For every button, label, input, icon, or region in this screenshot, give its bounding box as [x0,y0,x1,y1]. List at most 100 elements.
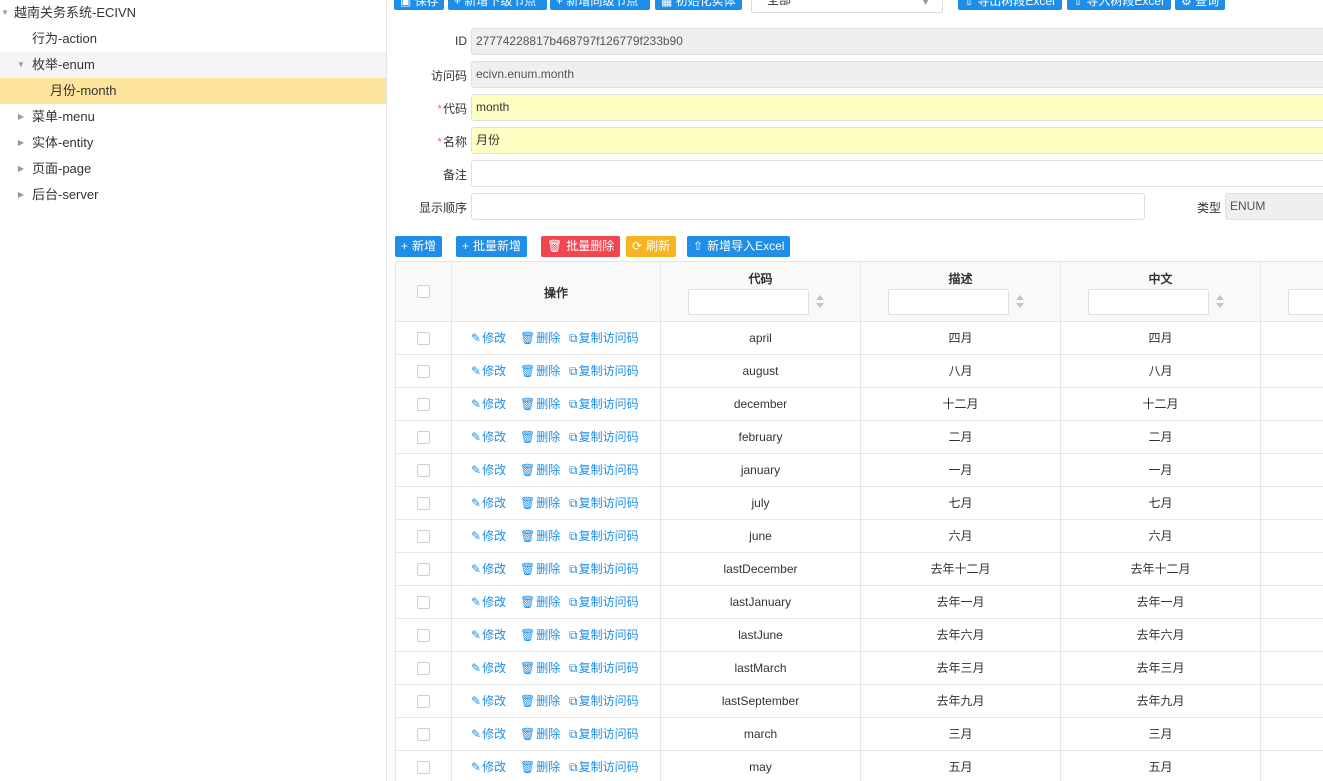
tree-item-page[interactable]: ▶ 页面-page [0,156,386,182]
copy-access-code-link[interactable]: ⧉复制访问码 [569,462,639,478]
caret-right-icon[interactable]: ▶ [16,156,26,182]
select-all-checkbox[interactable] [417,285,430,298]
edit-link[interactable]: ✎修改 [471,495,506,511]
extra-filter-input[interactable] [1288,289,1323,315]
edit-link[interactable]: ✎修改 [471,462,506,478]
display-order-field[interactable] [471,193,1145,220]
delete-link[interactable]: 🗑删除 [520,462,560,478]
row-checkbox[interactable] [417,431,430,444]
delete-link[interactable]: 🗑删除 [520,594,560,610]
row-checkbox[interactable] [417,761,430,774]
sort-icon[interactable] [816,295,825,309]
add-sibling-node-button[interactable]: + 新增同级节点 [550,0,650,10]
tree-item-action[interactable]: 行为-action [0,26,386,52]
header-select-cell [396,262,452,322]
copy-access-code-link[interactable]: ⧉复制访问码 [569,594,639,610]
delete-link[interactable]: 🗑删除 [520,693,560,709]
delete-link[interactable]: 🗑删除 [520,726,560,742]
copy-access-code-link[interactable]: ⧉复制访问码 [569,363,639,379]
copy-access-code-link[interactable]: ⧉复制访问码 [569,627,639,643]
row-checkbox[interactable] [417,530,430,543]
delete-link[interactable]: 🗑删除 [520,429,560,445]
row-checkbox[interactable] [417,728,430,741]
copy-access-code-link[interactable]: ⧉复制访问码 [569,495,639,511]
scope-select[interactable]: 全部 ▼ [751,0,943,13]
tree-item-entity[interactable]: ▶ 实体-entity [0,130,386,156]
row-checkbox[interactable] [417,398,430,411]
copy-access-code-link[interactable]: ⧉复制访问码 [569,759,639,775]
edit-link[interactable]: ✎修改 [471,693,506,709]
copy-access-code-link[interactable]: ⧉复制访问码 [569,528,639,544]
copy-access-code-link[interactable]: ⧉复制访问码 [569,693,639,709]
batch-add-button[interactable]: + 批量新增 [456,236,528,257]
copy-access-code-link[interactable]: ⧉复制访问码 [569,396,639,412]
row-checkbox[interactable] [417,332,430,345]
edit-link[interactable]: ✎修改 [471,627,506,643]
edit-link[interactable]: ✎修改 [471,594,506,610]
row-checkbox[interactable] [417,497,430,510]
tree-item-menu[interactable]: ▶ 菜单-menu [0,104,386,130]
caret-right-icon[interactable]: ▶ [16,130,26,156]
sort-icon[interactable] [1016,295,1025,309]
delete-link[interactable]: 🗑删除 [520,330,560,346]
row-zh: 去年六月 [1061,619,1261,652]
delete-link[interactable]: 🗑删除 [520,363,560,379]
edit-link[interactable]: ✎修改 [471,726,506,742]
refresh-button[interactable]: ⟳ 刷新 [626,236,677,257]
id-field[interactable]: 27774228817b468797f126779f233b90 [471,28,1323,55]
edit-link[interactable]: ✎修改 [471,363,506,379]
row-checkbox[interactable] [417,596,430,609]
edit-link[interactable]: ✎修改 [471,759,506,775]
delete-link[interactable]: 🗑删除 [520,660,560,676]
name-field[interactable]: 月份 [471,127,1323,154]
code-field[interactable]: month [471,94,1323,121]
tree-item-server[interactable]: ▶ 后台-server [0,182,386,208]
copy-access-code-link[interactable]: ⧉复制访问码 [569,660,639,676]
edit-link[interactable]: ✎修改 [471,528,506,544]
edit-link[interactable]: ✎修改 [471,330,506,346]
caret-down-icon[interactable]: ▼ [16,52,26,78]
copy-access-code-link[interactable]: ⧉复制访问码 [569,330,639,346]
delete-link[interactable]: 🗑删除 [520,495,560,511]
tree-item-month[interactable]: 月份-month [0,78,386,104]
delete-link[interactable]: 🗑删除 [520,627,560,643]
delete-link[interactable]: 🗑删除 [520,396,560,412]
row-checkbox[interactable] [417,629,430,642]
code-filter-input[interactable] [688,289,809,315]
export-excel-button[interactable]: ⇧ 导出树段Excel [958,0,1062,10]
caret-right-icon[interactable]: ▶ [16,182,26,208]
access-code-field[interactable]: ecivn.enum.month [471,61,1323,88]
init-entity-button[interactable]: ▦ 初始化实体 [655,0,742,10]
add-button[interactable]: + 新增 [395,236,443,257]
copy-access-code-link[interactable]: ⧉复制访问码 [569,429,639,445]
caret-right-icon[interactable]: ▶ [16,104,26,130]
import-excel-add-button[interactable]: ⇧ 新增导入Excel [687,236,791,257]
edit-link[interactable]: ✎修改 [471,396,506,412]
tree-item-enum[interactable]: ▼ 枚举-enum [0,52,386,78]
batch-delete-button[interactable]: 🗑 批量删除 [541,236,621,257]
type-field[interactable]: ENUM [1225,193,1323,220]
import-excel-button[interactable]: ⇧ 导入树段Excel [1067,0,1171,10]
sort-icon[interactable] [1216,295,1225,309]
row-checkbox[interactable] [417,563,430,576]
edit-link[interactable]: ✎修改 [471,429,506,445]
row-checkbox[interactable] [417,464,430,477]
row-checkbox[interactable] [417,365,430,378]
remark-field[interactable] [471,160,1323,187]
tree-root[interactable]: ▼ 越南关务系统-ECIVN [0,0,386,26]
zh-filter-input[interactable] [1088,289,1209,315]
desc-filter-input[interactable] [888,289,1009,315]
query-button[interactable]: ⚙ 查询 [1175,0,1225,10]
delete-link[interactable]: 🗑删除 [520,561,560,577]
edit-link[interactable]: ✎修改 [471,561,506,577]
caret-down-icon[interactable]: ▼ [0,0,10,26]
save-button[interactable]: ▣ 保存 [394,0,444,10]
copy-access-code-link[interactable]: ⧉复制访问码 [569,561,639,577]
edit-link[interactable]: ✎修改 [471,660,506,676]
add-child-node-button[interactable]: + 新增下级节点 [448,0,547,10]
delete-link[interactable]: 🗑删除 [520,528,560,544]
copy-access-code-link[interactable]: ⧉复制访问码 [569,726,639,742]
row-checkbox[interactable] [417,695,430,708]
row-checkbox[interactable] [417,662,430,675]
delete-link[interactable]: 🗑删除 [520,759,560,775]
